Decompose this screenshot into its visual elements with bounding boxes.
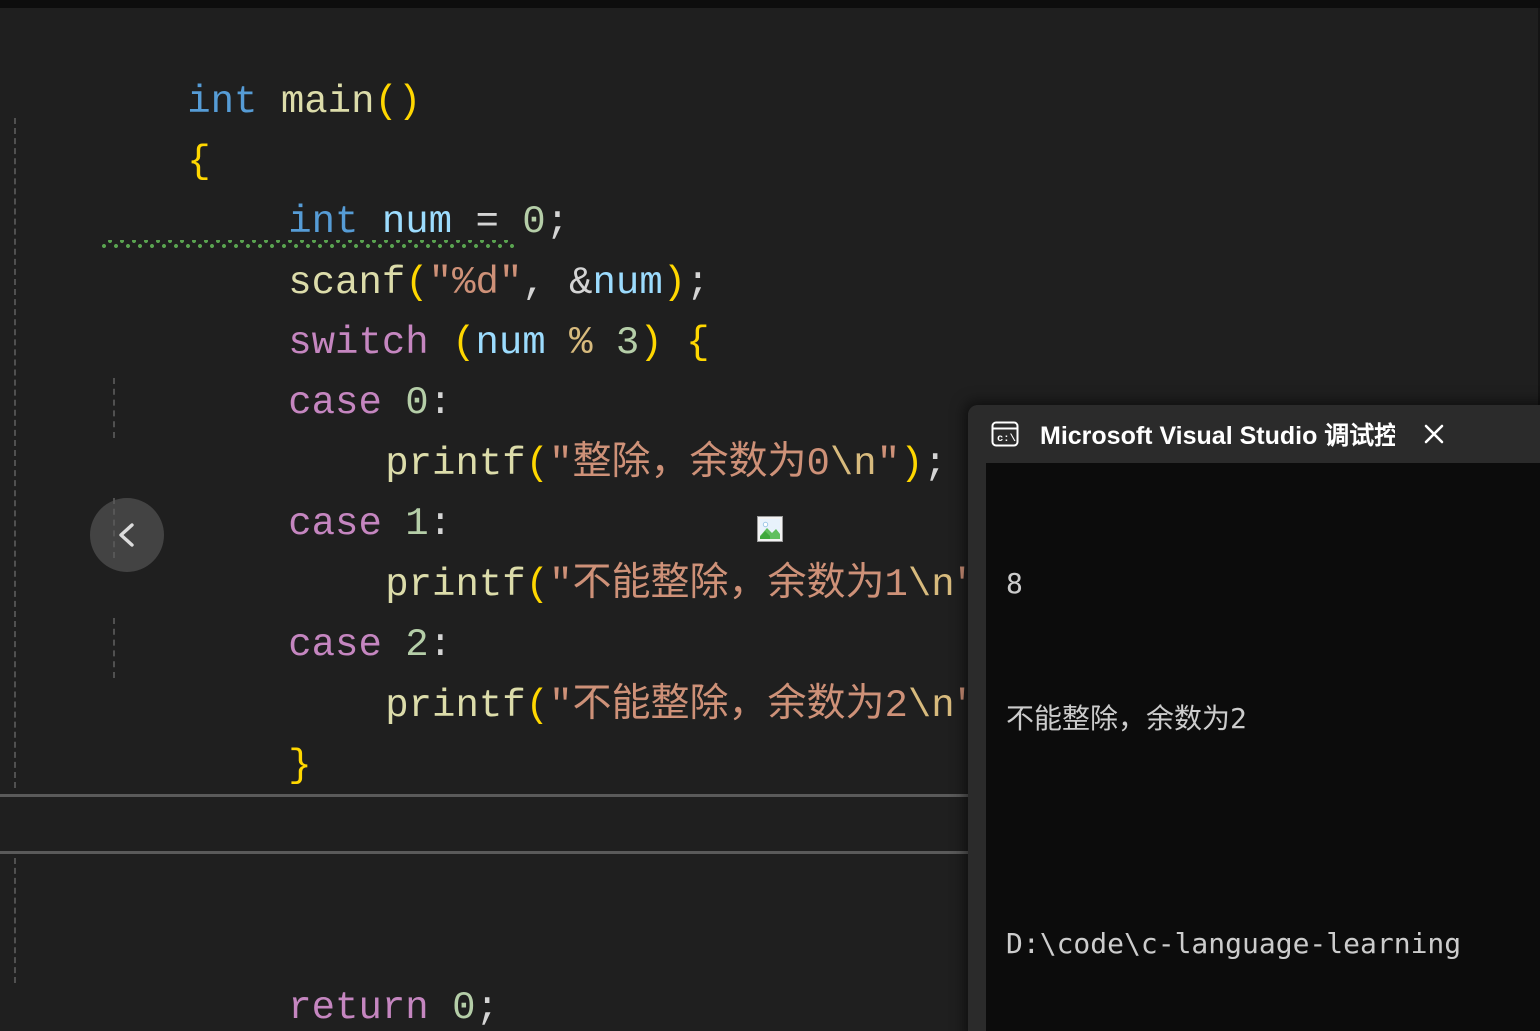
close-icon[interactable] xyxy=(1417,417,1451,451)
token-paren-close-p0: ) xyxy=(900,442,924,486)
token-modulo: % xyxy=(545,321,616,365)
console-titlebar[interactable]: c:\ Microsoft Visual Studio 调试控 xyxy=(968,405,1540,463)
token-string-divisible: 整除，余数为0 xyxy=(572,442,830,486)
code-line-6: switch (num % 3) { xyxy=(101,253,709,365)
token-space-1 xyxy=(257,80,280,124)
top-black-strip xyxy=(0,0,1540,8)
console-output-area[interactable]: 8 不能整除，余数为2 D:\code\c-language-learning … xyxy=(986,463,1540,1031)
token-string-rem1: 不能整除，余数为1 xyxy=(572,563,908,607)
code-line-12: printf("不能整除，余数为2\n"); xyxy=(198,616,1025,728)
chevron-left-icon xyxy=(119,523,134,547)
code-line-11: case 2: xyxy=(101,555,452,667)
console-line-path: D:\code\c-language-learning xyxy=(1006,927,1462,960)
token-paren-close-1: ) xyxy=(397,80,422,124)
token-main: main xyxy=(280,80,375,124)
token-semicolon-6: ; xyxy=(475,986,499,1030)
token-return: return xyxy=(288,986,429,1030)
code-line-18: } xyxy=(0,976,211,1031)
token-space-8 xyxy=(429,986,452,1030)
token-var-num-3: num xyxy=(475,321,546,365)
code-line-4: int num = 0; xyxy=(101,132,569,244)
code-line-8: printf("整除，余数为0\n"); xyxy=(198,374,947,486)
svg-text:c:\: c:\ xyxy=(997,433,1016,445)
console-cmd-icon: c:\ xyxy=(988,417,1022,451)
token-paren-open-p1: ( xyxy=(525,563,550,607)
token-printf-2: printf xyxy=(385,684,526,728)
token-paren-open-1: ( xyxy=(374,80,398,124)
current-line-highlight xyxy=(0,794,968,854)
token-paren-open-p2: ( xyxy=(525,684,550,728)
screen-root: int main() { int num = 0; scanf("%d", &n… xyxy=(0,0,1540,1031)
code-line-7: case 0: xyxy=(101,313,452,425)
token-paren-open-switch: ( xyxy=(452,321,476,365)
token-brace-close-switch: } xyxy=(288,744,312,788)
token-quote-open-s2: " xyxy=(549,684,573,728)
token-space-4 xyxy=(663,321,686,365)
token-brace-open-switch: { xyxy=(686,321,710,365)
console-output-text: 8 不能整除，余数为2 D:\code\c-language-learning … xyxy=(1006,471,1540,1031)
token-escape-n-1: \n xyxy=(907,563,955,607)
code-line-2: { xyxy=(0,72,210,184)
broken-image-placeholder-icon xyxy=(757,516,783,542)
console-line-input-echo: 8 xyxy=(1006,567,1023,600)
token-literal-zero-2: 0 xyxy=(452,986,476,1030)
token-quote-open-s1: " xyxy=(549,563,573,607)
console-line-program-output: 不能整除，余数为2 xyxy=(1006,702,1247,735)
console-window-title: Microsoft Visual Studio 调试控 xyxy=(1040,422,1395,450)
token-escape-n-0: \n xyxy=(829,442,877,486)
console-frame-left-edge xyxy=(968,463,986,1031)
code-line-10: printf("不能整除，余数为1\n"); xyxy=(198,495,1025,607)
code-line-1: int main() xyxy=(0,12,421,124)
token-paren-open-p0: ( xyxy=(525,442,550,486)
code-line-17: return 0; xyxy=(101,918,499,1030)
collapse-left-button[interactable] xyxy=(90,498,164,572)
token-quote-open-s0: " xyxy=(549,442,573,486)
token-escape-n-2: \n xyxy=(907,684,955,728)
token-paren-close-switch: ) xyxy=(639,321,663,365)
token-literal-three: 3 xyxy=(615,321,640,365)
vs-debug-console-window[interactable]: c:\ Microsoft Visual Studio 调试控 8 不能整除，余… xyxy=(968,405,1540,1031)
token-string-rem2: 不能整除，余数为2 xyxy=(572,684,908,728)
code-line-9: case 1: xyxy=(101,434,452,546)
scanf-warning-squiggle xyxy=(101,240,514,248)
token-quote-close-s0: " xyxy=(876,442,901,486)
code-line-13: } xyxy=(101,676,311,788)
token-semicolon-3: ; xyxy=(923,442,947,486)
